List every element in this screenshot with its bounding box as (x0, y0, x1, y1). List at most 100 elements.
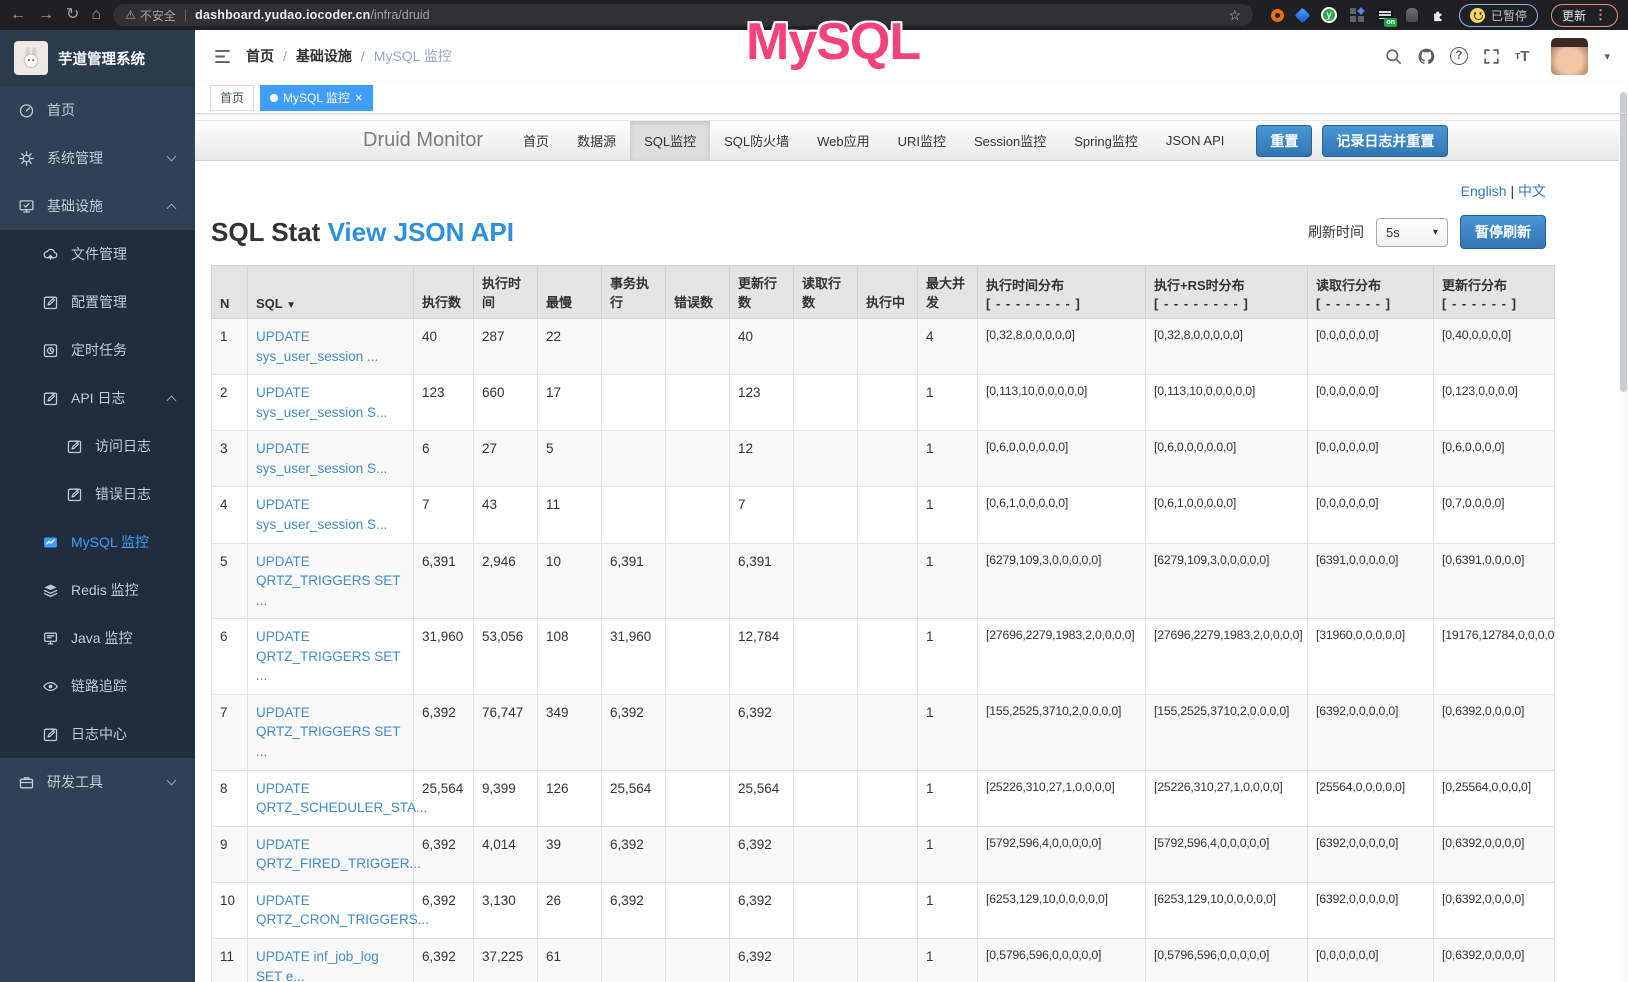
sql-link[interactable]: UPDATE sys_user_session ... (256, 329, 378, 364)
forward-icon[interactable]: → (38, 7, 54, 23)
column-header[interactable]: 更新行分布[ - - - - - - ] (1434, 266, 1555, 319)
sql-link[interactable]: UPDATE sys_user_session S... (256, 385, 387, 420)
lang-chinese-link[interactable]: 中文 (1518, 183, 1546, 199)
tag-mysql-monitor[interactable]: MySQL 监控 × (260, 85, 373, 111)
pause-refresh-button[interactable]: 暂停刷新 (1460, 215, 1546, 249)
puzzle-icon[interactable] (1431, 8, 1446, 23)
column-header[interactable]: 最慢 (538, 266, 602, 319)
column-header[interactable]: SQL ▼ (248, 266, 414, 319)
browser-update-button[interactable]: 更新 ⋮ (1551, 4, 1618, 27)
sql-link[interactable]: UPDATE QRTZ_TRIGGERS SET ... (256, 705, 400, 759)
extension-list-icon[interactable]: on (1377, 8, 1393, 22)
font-size-icon[interactable]: тT (1515, 48, 1530, 65)
druid-tab-JSON API[interactable]: JSON API (1152, 121, 1239, 160)
sql-link[interactable]: UPDATE QRTZ_SCHEDULER_STA... (256, 781, 427, 816)
reload-icon[interactable]: ↻ (66, 7, 79, 23)
extension-ghost-icon[interactable] (1406, 8, 1418, 22)
sql-link[interactable]: UPDATE sys_user_session S... (256, 497, 387, 532)
lang-english-link[interactable]: English (1461, 183, 1507, 199)
sidebar-item-label: MySQL 监控 (71, 532, 149, 552)
column-header[interactable]: 错误数 (666, 266, 730, 319)
close-icon[interactable]: × (355, 91, 363, 104)
breadcrumb-infrastructure[interactable]: 基础设施 (296, 46, 352, 66)
sidebar-item-access-logs[interactable]: 访问日志 (0, 422, 195, 470)
column-header[interactable]: 读取行分布[ - - - - - - ] (1308, 266, 1434, 319)
sql-link[interactable]: UPDATE QRTZ_FIRED_TRIGGER... (256, 837, 421, 872)
column-header[interactable]: 最大并发 (918, 266, 978, 319)
home-icon[interactable]: ⌂ (91, 7, 101, 23)
sidebar-item-system-mgmt[interactable]: 系统管理 (0, 134, 195, 182)
druid-tab-SQL监控[interactable]: SQL监控 (630, 121, 710, 160)
column-header[interactable]: 更新行数 (730, 266, 794, 319)
help-icon[interactable]: ? (1450, 47, 1468, 65)
extension-donut-icon[interactable] (1271, 9, 1284, 22)
sidebar-item-mysql-monitor[interactable]: MySQL 监控 (0, 518, 195, 566)
sidebar-item-log-center[interactable]: 日志中心 (0, 710, 195, 758)
druid-tab-SQL防火墙[interactable]: SQL防火墙 (710, 121, 803, 160)
sidebar-item-label: 系统管理 (47, 148, 103, 168)
table-cell: 108 (538, 619, 602, 695)
sidebar-item-config-mgmt[interactable]: 配置管理 (0, 278, 195, 326)
druid-tab-Web应用[interactable]: Web应用 (803, 121, 884, 160)
user-avatar[interactable] (1551, 38, 1588, 75)
sidebar-item-api-logs[interactable]: API 日志 (0, 374, 195, 422)
security-warning[interactable]: ⚠ 不安全 (125, 7, 176, 24)
profile-paused-pill[interactable]: 已暂停 (1459, 4, 1538, 27)
sql-link[interactable]: UPDATE QRTZ_CRON_TRIGGERS... (256, 893, 429, 928)
chevron-down-icon[interactable]: ▾ (1604, 50, 1610, 63)
log-and-reset-button[interactable]: 记录日志并重置 (1322, 125, 1448, 157)
table-cell: [155,2525,3710,2,0,0,0,0] (978, 694, 1146, 770)
sidebar-item-redis-monitor[interactable]: Redis 监控 (0, 566, 195, 614)
reset-button[interactable]: 重置 (1256, 125, 1312, 157)
column-header[interactable]: 事务执行 (602, 266, 666, 319)
refresh-interval-select[interactable]: 5s ▾ (1376, 218, 1448, 247)
table-cell (858, 938, 918, 982)
bookmark-star-icon[interactable]: ☆ (1228, 7, 1241, 24)
sql-link[interactable]: UPDATE sys_user_session S... (256, 441, 387, 476)
github-icon[interactable] (1417, 47, 1436, 66)
menu-dots-icon[interactable]: ⋮ (1594, 7, 1607, 23)
column-header[interactable]: 执行+RS时分布[ - - - - - - - - ] (1146, 266, 1308, 319)
sidebar-item-dev-tools[interactable]: 研发工具 (0, 758, 195, 806)
search-icon[interactable] (1384, 47, 1403, 66)
fullscreen-icon[interactable] (1482, 47, 1501, 66)
tag-home[interactable]: 首页 (210, 85, 254, 111)
druid-tab-URI监控[interactable]: URI监控 (884, 121, 960, 160)
table-cell: UPDATE sys_user_session S... (248, 431, 414, 487)
app-logo[interactable]: 芋道管理系统 (0, 30, 195, 86)
druid-tab-Spring监控[interactable]: Spring监控 (1060, 121, 1152, 160)
address-bar[interactable]: ⚠ 不安全 | dashboard.yudao.iocoder.cn/infra… (113, 4, 1253, 26)
column-header[interactable]: 执行中 (858, 266, 918, 319)
column-header[interactable]: 执行时间 (474, 266, 538, 319)
sidebar-item-home[interactable]: 首页 (0, 86, 195, 134)
vertical-scrollbar[interactable] (1619, 90, 1628, 982)
druid-tab-数据源[interactable]: 数据源 (563, 121, 630, 160)
column-header[interactable]: 执行时间分布[ - - - - - - - - ] (978, 266, 1146, 319)
scrollbar-thumb[interactable] (1620, 92, 1627, 392)
sidebar-item-trace[interactable]: 链路追踪 (0, 662, 195, 710)
druid-tab-首页[interactable]: 首页 (509, 121, 563, 160)
back-icon[interactable]: ← (10, 7, 26, 23)
extension-kite-icon[interactable] (1295, 7, 1311, 23)
sql-link[interactable]: UPDATE inf_job_log SET e... (256, 949, 379, 982)
breadcrumb-home[interactable]: 首页 (246, 46, 274, 66)
sql-link[interactable]: UPDATE QRTZ_TRIGGERS SET ... (256, 629, 400, 683)
sidebar-item-error-logs[interactable]: 错误日志 (0, 470, 195, 518)
table-cell: [0,6,0,0,0,0,0,0] (1146, 431, 1308, 487)
column-header[interactable]: 执行数 (414, 266, 474, 319)
extension-green-icon[interactable]: y (1321, 7, 1337, 23)
druid-tab-Session监控[interactable]: Session监控 (960, 121, 1060, 160)
table-cell: [0,0,0,0,0,0] (1308, 319, 1434, 375)
sidebar-item-file-mgmt[interactable]: 文件管理 (0, 230, 195, 278)
sidebar-item-java-monitor[interactable]: Java 监控 (0, 614, 195, 662)
table-cell: [25226,310,27,1,0,0,0,0] (978, 770, 1146, 826)
sidebar-item-infrastructure[interactable]: 基础设施 (0, 182, 195, 230)
sql-link[interactable]: UPDATE QRTZ_TRIGGERS SET ... (256, 554, 400, 608)
column-header[interactable]: 读取行数 (794, 266, 858, 319)
hamburger-icon[interactable] (213, 47, 232, 66)
druid-brand[interactable]: Druid Monitor (363, 129, 483, 152)
column-header[interactable]: N (212, 266, 248, 319)
view-json-api-link[interactable]: View JSON API (328, 217, 514, 247)
sidebar-item-scheduled-jobs[interactable]: 定时任务 (0, 326, 195, 374)
extension-blocks-icon[interactable] (1350, 8, 1364, 22)
